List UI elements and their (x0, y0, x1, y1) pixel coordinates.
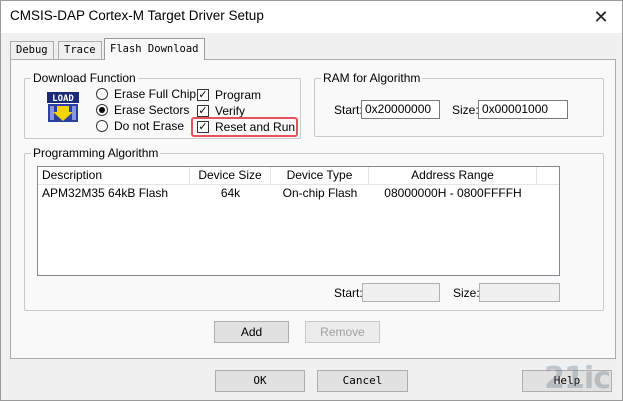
radio-label: Erase Full Chip (114, 87, 197, 101)
dialog-window: CMSIS-DAP Cortex-M Target Driver Setup ✕… (0, 0, 623, 401)
radio-erase-full-chip[interactable]: Erase Full Chip (96, 87, 196, 101)
ram-group-label: RAM for Algorithm (321, 71, 423, 85)
cell-address-range: 08000000H - 0800FFFFH (384, 186, 522, 200)
cell-description: APM32M35 64kB Flash (42, 186, 169, 200)
cell-device-size: 64k (220, 186, 241, 200)
ram-start-label: Start: (334, 103, 363, 117)
remove-button[interactable]: Remove (305, 321, 380, 343)
list-header: Description Device Size Device Type Addr… (38, 167, 559, 185)
table-row[interactable]: APM32M35 64kB Flash 64k On-chip Flash 08… (38, 185, 559, 202)
checkbox-program[interactable]: ✓ Program (197, 88, 261, 102)
ram-size-label: Size: (452, 103, 479, 117)
ok-button[interactable]: OK (215, 370, 305, 392)
algorithm-size-input[interactable] (479, 283, 560, 302)
tab-flash-download[interactable]: Flash Download (104, 38, 205, 60)
cancel-button[interactable]: Cancel (317, 370, 408, 392)
tab-trace[interactable]: Trace (58, 41, 102, 59)
title-bar: CMSIS-DAP Cortex-M Target Driver Setup ✕ (1, 1, 622, 33)
column-header-device-size[interactable]: Device Size (190, 167, 271, 184)
checkbox-label: Verify (215, 104, 246, 118)
check-icon[interactable]: ✓ (197, 105, 209, 117)
column-header-description[interactable]: Description (38, 167, 190, 184)
checkbox-verify[interactable]: ✓ Verify (197, 104, 245, 118)
algorithm-size-label: Size: (453, 286, 480, 300)
radio-label: Do not Erase (114, 119, 185, 133)
window-title: CMSIS-DAP Cortex-M Target Driver Setup (10, 8, 264, 23)
radio-do-not-erase[interactable]: Do not Erase (96, 119, 184, 133)
ram-start-input[interactable]: 0x20000000 (361, 100, 440, 119)
radio-indicator[interactable] (96, 104, 108, 116)
check-icon[interactable]: ✓ (197, 89, 209, 101)
tab-debug[interactable]: Debug (10, 41, 54, 59)
load-icon: LOAD (46, 90, 80, 124)
column-header-address-range[interactable]: Address Range (369, 167, 537, 184)
radio-indicator[interactable] (96, 120, 108, 132)
algorithm-list[interactable]: Description Device Size Device Type Addr… (37, 166, 560, 276)
close-icon[interactable]: ✕ (586, 5, 616, 29)
algorithm-start-label: Start: (334, 286, 363, 300)
radio-erase-sectors[interactable]: Erase Sectors (96, 103, 189, 117)
watermark-logo: 21ic (544, 361, 611, 396)
radio-label: Erase Sectors (114, 103, 190, 117)
programming-algorithm-group-label: Programming Algorithm (31, 146, 161, 160)
load-icon-text: LOAD (52, 94, 74, 104)
checkbox-label: Program (215, 88, 262, 102)
algorithm-start-input[interactable] (362, 283, 440, 302)
ram-size-input[interactable]: 0x00001000 (478, 100, 568, 119)
radio-indicator[interactable] (96, 88, 108, 100)
add-button[interactable]: Add (214, 321, 289, 343)
download-function-group-label: Download Function (31, 71, 138, 85)
column-header-device-type[interactable]: Device Type (271, 167, 369, 184)
cell-device-type: On-chip Flash (282, 186, 358, 200)
highlight-box (191, 117, 298, 137)
